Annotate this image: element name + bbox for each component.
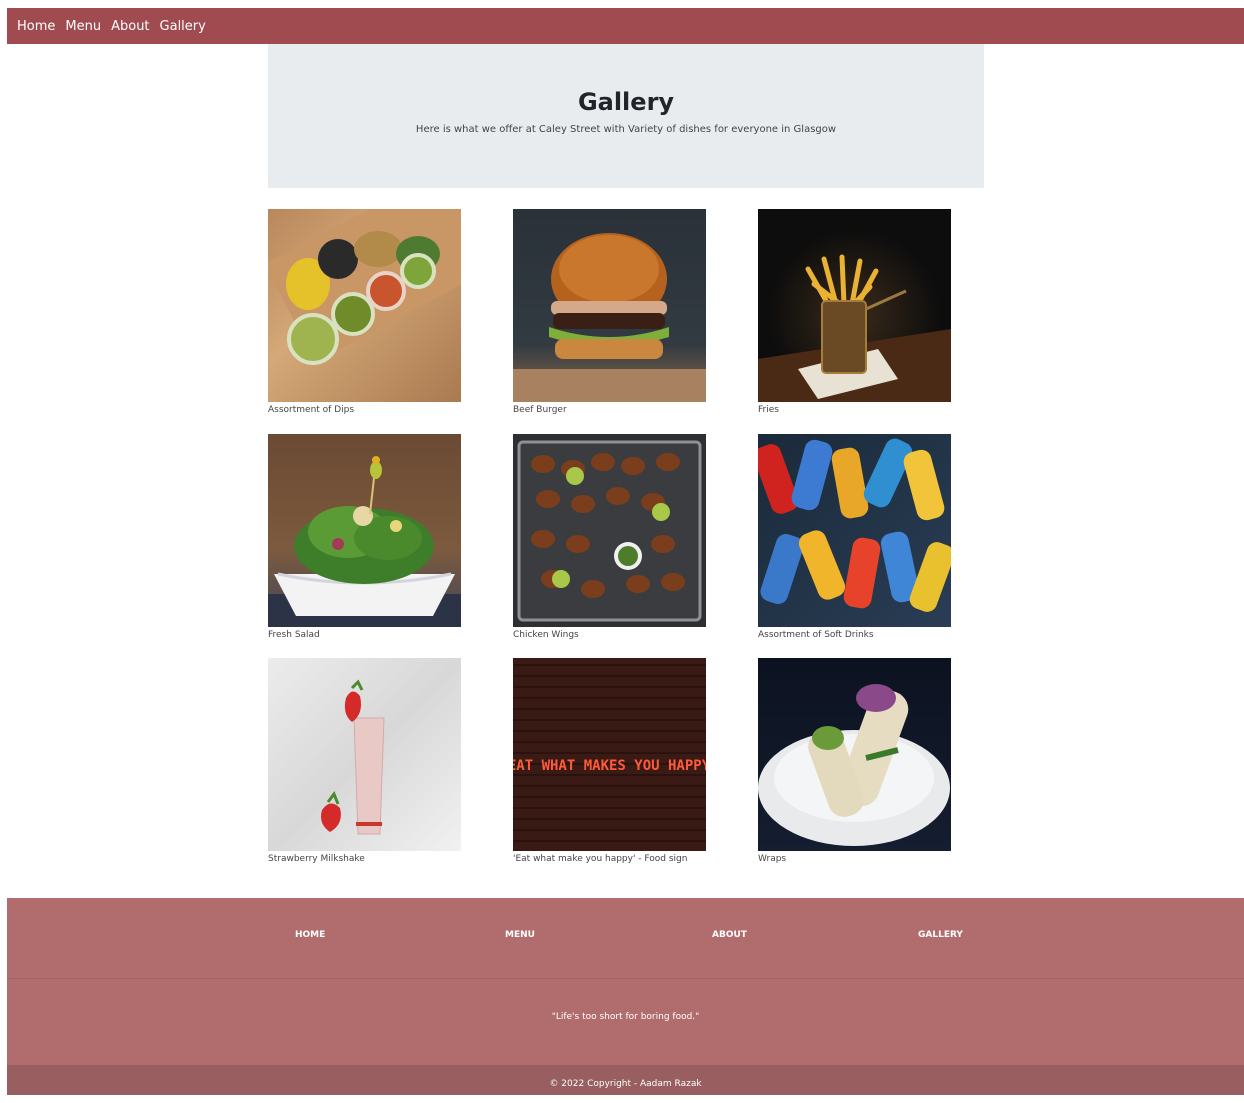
nav-gallery-link[interactable]: Gallery <box>160 19 206 34</box>
neon-sign-photo: EAT WHAT MAKES YOU HAPPY <box>513 658 706 851</box>
gallery-card: Fries <box>758 209 951 415</box>
gallery-card: Beef Burger <box>513 209 706 415</box>
hero-banner: Gallery Here is what we offer at Caley S… <box>268 44 984 188</box>
gallery-caption: Assortment of Soft Drinks <box>758 630 874 640</box>
nav-home-link[interactable]: Home <box>17 19 55 34</box>
footer-menu-link[interactable]: MENU <box>505 930 535 940</box>
footer-nav: HOME MENU ABOUT GALLERY <box>7 898 1244 979</box>
gallery-card: Chicken Wings <box>513 434 706 640</box>
burger-photo <box>513 209 706 402</box>
gallery-caption: Beef Burger <box>513 405 567 415</box>
gallery-card: Wraps <box>758 658 951 864</box>
wings-photo <box>513 434 706 627</box>
dips-photo <box>268 209 461 402</box>
gallery-card: EAT WHAT MAKES YOU HAPPY 'Eat what make … <box>513 658 706 864</box>
gallery-caption: 'Eat what make you happy' - Food sign <box>513 854 688 864</box>
footer-about-link[interactable]: ABOUT <box>712 930 747 940</box>
gallery-caption: Chicken Wings <box>513 630 579 640</box>
footer-home-link[interactable]: HOME <box>295 930 325 940</box>
gallery-caption: Fresh Salad <box>268 630 320 640</box>
nav-menu-link[interactable]: Menu <box>65 19 101 34</box>
gallery-caption: Assortment of Dips <box>268 405 355 415</box>
footer: HOME MENU ABOUT GALLERY "Life's too shor… <box>7 898 1244 1095</box>
gallery-caption: Wraps <box>758 854 787 864</box>
soft-drinks-photo <box>758 434 951 627</box>
page-title: Gallery <box>577 88 675 116</box>
top-navbar: Home Menu About Gallery <box>7 8 1244 44</box>
milkshake-photo <box>268 658 461 851</box>
salad-photo <box>268 434 461 627</box>
copyright-bar: © 2022 Copyright - Aadam Razak <box>7 1065 1244 1095</box>
gallery-card: Fresh Salad <box>268 434 461 640</box>
footer-quote: "Life's too short for boring food." <box>551 1012 700 1022</box>
gallery-caption: Fries <box>758 405 779 415</box>
footer-gallery-link[interactable]: GALLERY <box>918 930 963 940</box>
gallery-card: Assortment of Dips <box>268 209 461 415</box>
fries-photo <box>758 209 951 402</box>
gallery-card: Strawberry Milkshake <box>268 658 461 864</box>
neon-sign-text: EAT WHAT MAKES YOU HAPPY <box>513 758 706 774</box>
page-subtitle: Here is what we offer at Caley Street wi… <box>415 124 837 135</box>
gallery-card: Assortment of Soft Drinks <box>758 434 951 640</box>
gallery-caption: Strawberry Milkshake <box>268 854 365 864</box>
page: Home Menu About Gallery Gallery Here is … <box>7 8 1244 1095</box>
wraps-photo <box>758 658 951 851</box>
nav-about-link[interactable]: About <box>111 19 149 34</box>
